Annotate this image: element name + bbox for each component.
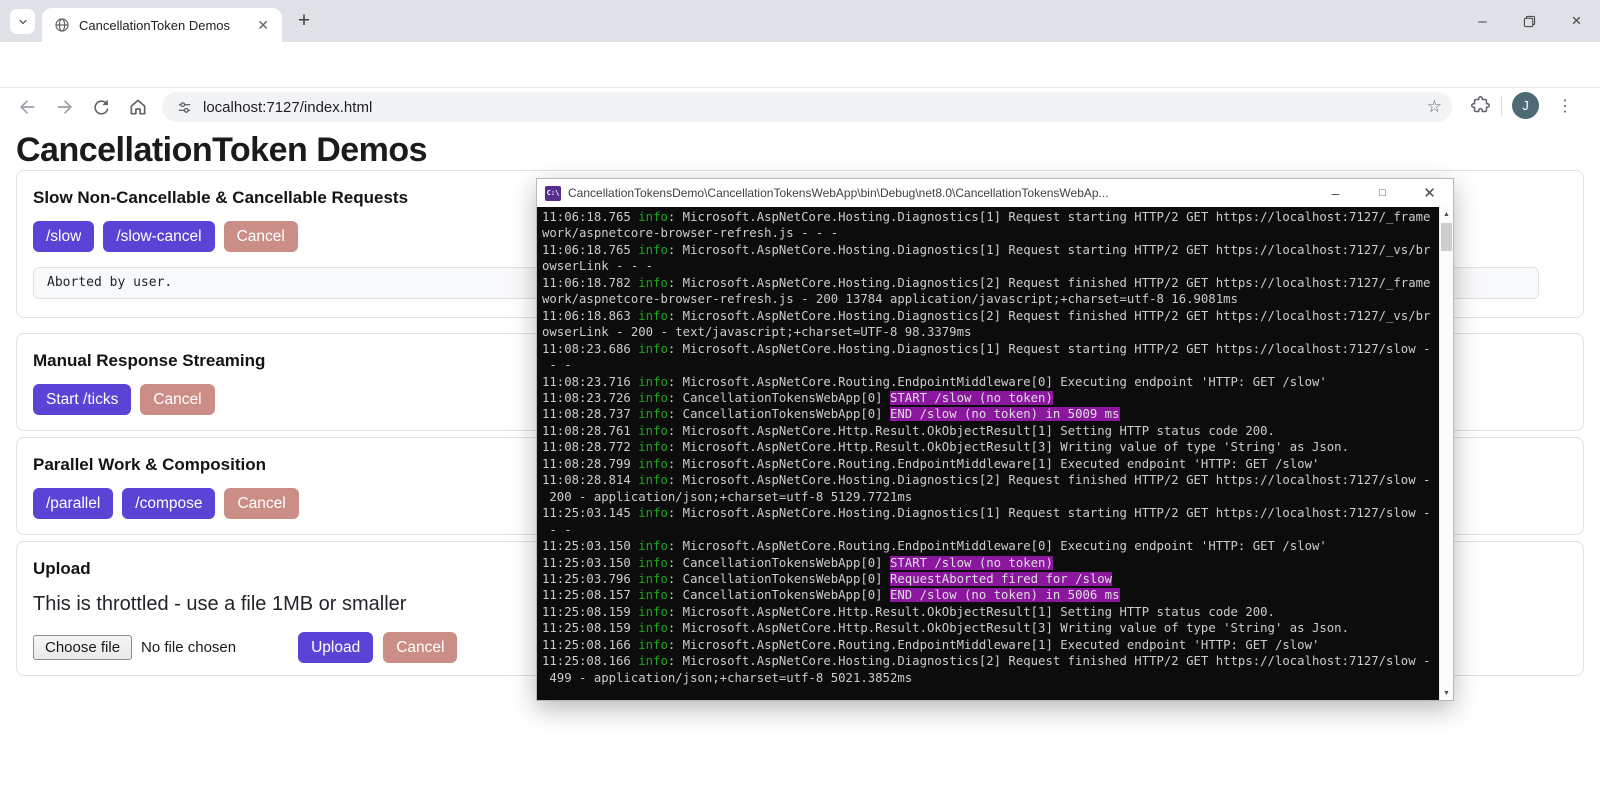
console-window-controls: – □ ✕ — [1312, 179, 1453, 207]
console-log-row: - - — [542, 357, 1438, 373]
console-window: C:\ CancellationTokensDemo\CancellationT… — [536, 178, 1454, 701]
console-log-row: 11:06:18.765 info: Microsoft.AspNetCore.… — [542, 209, 1438, 225]
console-log-row: owserLink - 200 - text/javascript;+chars… — [542, 324, 1438, 340]
compose-button[interactable]: /compose — [122, 488, 215, 519]
scrollbar-down-icon[interactable]: ▼ — [1440, 686, 1453, 700]
restore-icon — [1523, 15, 1536, 28]
bookmark-star-icon[interactable]: ☆ — [1427, 97, 1442, 117]
choose-file-button[interactable]: Choose file — [33, 635, 132, 660]
console-log-row: 11:08:23.716 info: Microsoft.AspNetCore.… — [542, 374, 1438, 390]
file-input[interactable]: Choose file No file chosen — [33, 635, 236, 660]
console-scrollbar[interactable]: ▲ ▼ — [1439, 207, 1453, 700]
slow-button[interactable]: /slow — [33, 221, 94, 252]
console-log-row: 11:25:03.145 info: Microsoft.AspNetCore.… — [542, 505, 1438, 521]
console-log-row: 11:25:03.150 info: Microsoft.AspNetCore.… — [542, 538, 1438, 554]
site-settings-icon[interactable] — [176, 99, 193, 116]
tab-close-icon[interactable]: ✕ — [254, 17, 272, 34]
profile-avatar[interactable]: J — [1512, 92, 1539, 119]
home-button[interactable] — [125, 94, 151, 120]
console-log-row: - - — [542, 522, 1438, 538]
console-output: 11:06:18.765 info: Microsoft.AspNetCore.… — [542, 209, 1438, 700]
console-title: CancellationTokensDemo\CancellationToken… — [568, 186, 1312, 200]
cancel-button-streaming[interactable]: Cancel — [140, 384, 214, 415]
console-log-row: 11:08:28.814 info: Microsoft.AspNetCore.… — [542, 472, 1438, 488]
console-log-row: 11:25:08.159 info: Microsoft.AspNetCore.… — [542, 604, 1438, 620]
console-maximize-button[interactable]: □ — [1359, 179, 1406, 207]
tab-title: CancellationToken Demos — [79, 18, 254, 33]
console-log-row: work/aspnetcore-browser-refresh.js - 200… — [542, 291, 1438, 307]
forward-button[interactable] — [52, 94, 78, 120]
console-log-row: 11:08:28.761 info: Microsoft.AspNetCore.… — [542, 423, 1438, 439]
console-log-row: 11:06:18.782 info: Microsoft.AspNetCore.… — [542, 275, 1438, 291]
toolbar-right-group: J ⋮ — [1470, 92, 1579, 119]
file-status-text: No file chosen — [141, 639, 236, 656]
chevron-down-icon — [17, 16, 29, 28]
upload-button-group: Upload Cancel — [298, 632, 457, 663]
window-restore-button[interactable] — [1506, 0, 1553, 42]
console-log-row: 11:08:28.799 info: Microsoft.AspNetCore.… — [542, 456, 1438, 472]
cancel-button-slow[interactable]: Cancel — [224, 221, 298, 252]
console-titlebar[interactable]: C:\ CancellationTokensDemo\CancellationT… — [537, 179, 1453, 207]
console-log-row: 11:08:28.772 info: Microsoft.AspNetCore.… — [542, 439, 1438, 455]
screen: { "browser": { "tab_title": "Cancellatio… — [0, 0, 1600, 786]
browser-toolbar: localhost:7127/index.html ☆ J ⋮ — [0, 42, 1600, 88]
console-close-button[interactable]: ✕ — [1406, 179, 1453, 207]
parallel-button[interactable]: /parallel — [33, 488, 113, 519]
cancel-button-parallel[interactable]: Cancel — [224, 488, 298, 519]
console-log-row: 11:25:08.159 info: Microsoft.AspNetCore.… — [542, 620, 1438, 636]
browser-menu-icon[interactable]: ⋮ — [1551, 96, 1579, 116]
browser-window-controls: – × — [1459, 0, 1600, 42]
console-log-row: owserLink - - - — [542, 258, 1438, 274]
start-ticks-button[interactable]: Start /ticks — [33, 384, 131, 415]
window-close-button[interactable]: × — [1553, 0, 1600, 42]
console-log-row: work/aspnetcore-browser-refresh.js - - - — [542, 225, 1438, 241]
upload-button[interactable]: Upload — [298, 632, 373, 663]
console-log-row: 11:25:08.166 info: Microsoft.AspNetCore.… — [542, 653, 1438, 669]
browser-tab[interactable]: CancellationToken Demos ✕ — [42, 8, 282, 42]
console-log-row: 200 - application/json;+charset=utf-8 51… — [542, 489, 1438, 505]
globe-favicon-icon — [54, 17, 70, 33]
console-log-row: 499 - application/json;+charset=utf-8 50… — [542, 670, 1438, 686]
toolbar-divider — [1501, 96, 1502, 116]
console-minimize-button[interactable]: – — [1312, 179, 1359, 207]
console-log-row: 11:25:08.157 info: CancellationTokensWeb… — [542, 587, 1438, 603]
reload-button[interactable] — [88, 94, 114, 120]
console-log-row: 11:25:03.150 info: CancellationTokensWeb… — [542, 555, 1438, 571]
page-title: CancellationToken Demos — [16, 131, 427, 170]
console-log-row: 11:08:23.726 info: CancellationTokensWeb… — [542, 390, 1438, 406]
tab-strip: CancellationToken Demos ✕ + – × — [0, 0, 1600, 42]
console-body: 11:06:18.765 info: Microsoft.AspNetCore.… — [537, 207, 1453, 700]
window-minimize-button[interactable]: – — [1459, 0, 1506, 42]
console-log-row: 11:25:03.796 info: CancellationTokensWeb… — [542, 571, 1438, 587]
console-log-row: 11:06:18.765 info: Microsoft.AspNetCore.… — [542, 242, 1438, 258]
slow-cancel-button[interactable]: /slow-cancel — [103, 221, 214, 252]
new-tab-button[interactable]: + — [292, 10, 316, 34]
cancel-button-upload[interactable]: Cancel — [383, 632, 457, 663]
extensions-puzzle-icon[interactable] — [1470, 95, 1491, 116]
console-log-row: 11:06:18.863 info: Microsoft.AspNetCore.… — [542, 308, 1438, 324]
console-log-row: 11:25:08.166 info: Microsoft.AspNetCore.… — [542, 637, 1438, 653]
url-bar[interactable]: localhost:7127/index.html ☆ — [162, 92, 1452, 122]
console-log-row: 11:08:23.686 info: Microsoft.AspNetCore.… — [542, 341, 1438, 357]
cmd-icon: C:\ — [545, 186, 561, 201]
url-text[interactable]: localhost:7127/index.html — [203, 99, 1427, 116]
tab-search-button[interactable] — [10, 9, 35, 34]
scrollbar-up-icon[interactable]: ▲ — [1440, 207, 1453, 221]
scrollbar-thumb[interactable] — [1441, 223, 1452, 251]
back-button[interactable] — [14, 94, 40, 120]
console-log-row: 11:08:28.737 info: CancellationTokensWeb… — [542, 406, 1438, 422]
